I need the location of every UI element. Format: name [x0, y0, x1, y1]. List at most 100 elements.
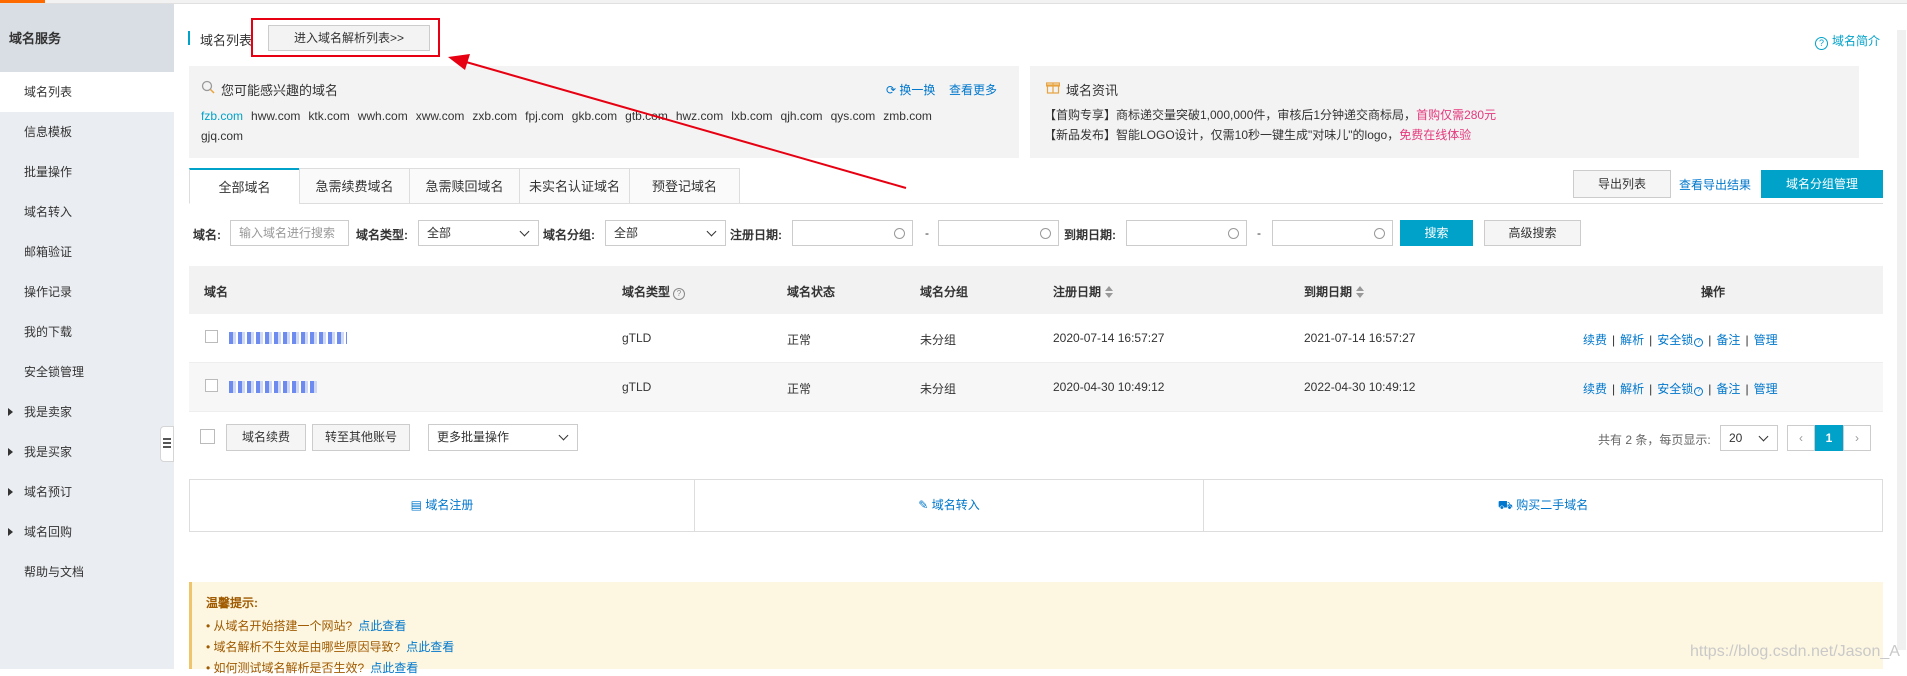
renew-link[interactable]: 续费 [1583, 382, 1607, 396]
select-all-checkbox[interactable] [200, 429, 215, 444]
suggested-domain[interactable]: zmb.com [883, 109, 932, 123]
suggested-domain[interactable]: gjq.com [201, 129, 243, 143]
col-actions: 操作 [1701, 285, 1726, 299]
sidebar-item-domain-list[interactable]: 域名列表 [0, 72, 174, 112]
suggested-domain[interactable]: ktk.com [308, 109, 349, 123]
reg-date-start-input[interactable] [792, 220, 913, 246]
group-manage-button[interactable]: 域名分组管理 [1761, 170, 1883, 198]
security-lock-link[interactable]: 安全锁 [1657, 382, 1693, 396]
sidebar-item-info-template[interactable]: 信息模板 [0, 112, 174, 152]
suggested-domain[interactable]: fzb.com [201, 109, 243, 123]
clock-icon [1040, 228, 1051, 239]
sidebar-title: 域名服务 [0, 4, 174, 74]
sidebar-item-buyer[interactable]: 我是买家 [0, 432, 174, 472]
refresh-icon: ⟳ [886, 83, 897, 97]
note-link[interactable]: 备注 [1716, 382, 1740, 396]
suggested-domain[interactable]: hww.com [251, 109, 300, 123]
sidebar-item-help[interactable]: 帮助与文档 [0, 552, 174, 592]
sidebar-item-reserve[interactable]: 域名预订 [0, 472, 174, 512]
col-exp-date-label: 到期日期 [1304, 285, 1353, 299]
cell-group: 未分组 [920, 333, 957, 347]
sidebar-item-label: 信息模板 [24, 125, 73, 139]
row-actions: 续费 | 解析 | 安全锁? | 备注 | 管理 [1583, 333, 1778, 347]
help-icon[interactable]: ? [673, 288, 686, 300]
advanced-search-button[interactable]: 高级搜索 [1484, 220, 1581, 246]
group-select[interactable]: 全部 [605, 220, 726, 246]
tab-all-domains[interactable]: 全部域名 [189, 168, 300, 204]
sidebar-collapse-handle[interactable] [160, 426, 174, 462]
sidebar-item-buyback[interactable]: 域名回购 [0, 512, 174, 552]
note-link[interactable]: 备注 [1716, 333, 1740, 347]
exp-date-start-input[interactable] [1126, 220, 1247, 246]
tips-box: 温馨提示: • 从域名开始搭建一个网站? 点此查看 • 域名解析不生效是由哪些原因… [189, 582, 1883, 675]
suggested-domain[interactable]: fpj.com [525, 109, 564, 123]
tip-link[interactable]: 点此查看 [370, 661, 418, 675]
manage-link[interactable]: 管理 [1754, 382, 1778, 396]
suggested-domain[interactable]: qys.com [831, 109, 876, 123]
col-exp-date[interactable]: 到期日期 [1304, 283, 1365, 300]
suggested-domain[interactable]: wwh.com [358, 109, 408, 123]
sidebar-item-batch-ops[interactable]: 批量操作 [0, 152, 174, 192]
suggested-domain[interactable]: hwz.com [676, 109, 723, 123]
tab-renew-urgent[interactable]: 急需续费域名 [299, 168, 410, 204]
exp-date-end-input[interactable] [1272, 220, 1393, 246]
page-scrollbar[interactable] [1897, 30, 1906, 650]
domain-name-redacted[interactable] [229, 332, 347, 344]
tab-preregistered[interactable]: 预登记域名 [629, 168, 740, 204]
sidebar-item-email-verify[interactable]: 邮箱验证 [0, 232, 174, 272]
resolve-link[interactable]: 解析 [1620, 382, 1644, 396]
page-button-current[interactable]: 1 [1815, 425, 1843, 451]
transfer-in-button[interactable]: ✎ 域名转入 [695, 480, 1203, 531]
domain-search-input[interactable]: 输入域名进行搜索 [230, 220, 349, 246]
suggested-domain[interactable]: gkb.com [572, 109, 617, 123]
suggested-domain[interactable]: qjh.com [781, 109, 823, 123]
row-checkbox[interactable] [205, 330, 218, 343]
bulk-transfer-button[interactable]: 转至其他账号 [312, 424, 410, 451]
buy-second-hand-button[interactable]: ⛟ 购买二手域名 [1204, 480, 1882, 531]
news-link[interactable]: 免费在线体验 [1399, 128, 1471, 142]
sidebar-item-label: 帮助与文档 [24, 565, 85, 579]
sidebar-item-op-log[interactable]: 操作记录 [0, 272, 174, 312]
export-list-button[interactable]: 导出列表 [1573, 170, 1671, 198]
col-reg-date[interactable]: 注册日期 [1053, 283, 1114, 300]
register-domain-button[interactable]: ▤ 域名注册 [190, 480, 694, 531]
renew-link[interactable]: 续费 [1583, 333, 1607, 347]
domain-intro-link[interactable]: ? 域名简介 [1815, 32, 1880, 50]
tab-unverified[interactable]: 未实名认证域名 [519, 168, 630, 204]
search-button[interactable]: 搜索 [1400, 220, 1473, 246]
sidebar-item-transfer-in[interactable]: 域名转入 [0, 192, 174, 232]
reg-date-end-input[interactable] [938, 220, 1059, 246]
suggested-domain[interactable]: xww.com [416, 109, 465, 123]
news-title: 域名资讯 [1066, 83, 1119, 98]
suggested-domain[interactable]: gtb.com [625, 109, 668, 123]
suggested-domain[interactable]: zxb.com [472, 109, 517, 123]
tip-link[interactable]: 点此查看 [358, 619, 406, 633]
suggested-domain[interactable]: lxb.com [731, 109, 772, 123]
sidebar-item-downloads[interactable]: 我的下载 [0, 312, 174, 352]
more-link[interactable]: 查看更多 [949, 81, 997, 98]
export-result-link[interactable]: 查看导出结果 [1679, 176, 1751, 193]
prev-page-button[interactable]: ‹ [1787, 425, 1815, 451]
sidebar-item-label: 批量操作 [24, 165, 73, 179]
refresh-link[interactable]: ⟳ 换一换 [886, 81, 935, 98]
row-checkbox[interactable] [205, 379, 218, 392]
pagination-summary: 共有 2 条，每页显示: [1598, 433, 1711, 447]
tab-redeem-urgent[interactable]: 急需赎回域名 [409, 168, 520, 204]
page-size-select[interactable]: 20 [1720, 425, 1778, 451]
caret-right-icon [8, 528, 13, 536]
bulk-more-select[interactable]: 更多批量操作 [428, 424, 578, 451]
sidebar-item-seller[interactable]: 我是卖家 [0, 392, 174, 432]
sidebar-item-label: 我是卖家 [24, 405, 73, 419]
security-lock-link[interactable]: 安全锁 [1657, 333, 1693, 347]
resolve-link[interactable]: 解析 [1620, 333, 1644, 347]
bulk-renew-button[interactable]: 域名续费 [226, 424, 306, 451]
next-page-button[interactable]: › [1843, 425, 1871, 451]
group-select-value: 全部 [614, 226, 639, 240]
domain-name-redacted[interactable] [229, 381, 317, 393]
search-domain-icon [201, 80, 215, 94]
manage-link[interactable]: 管理 [1754, 333, 1778, 347]
sidebar-item-security-lock[interactable]: 安全锁管理 [0, 352, 174, 392]
news-link[interactable]: 首购仅需280元 [1416, 108, 1496, 122]
tip-link[interactable]: 点此查看 [406, 640, 454, 654]
type-select[interactable]: 全部 [418, 220, 539, 246]
